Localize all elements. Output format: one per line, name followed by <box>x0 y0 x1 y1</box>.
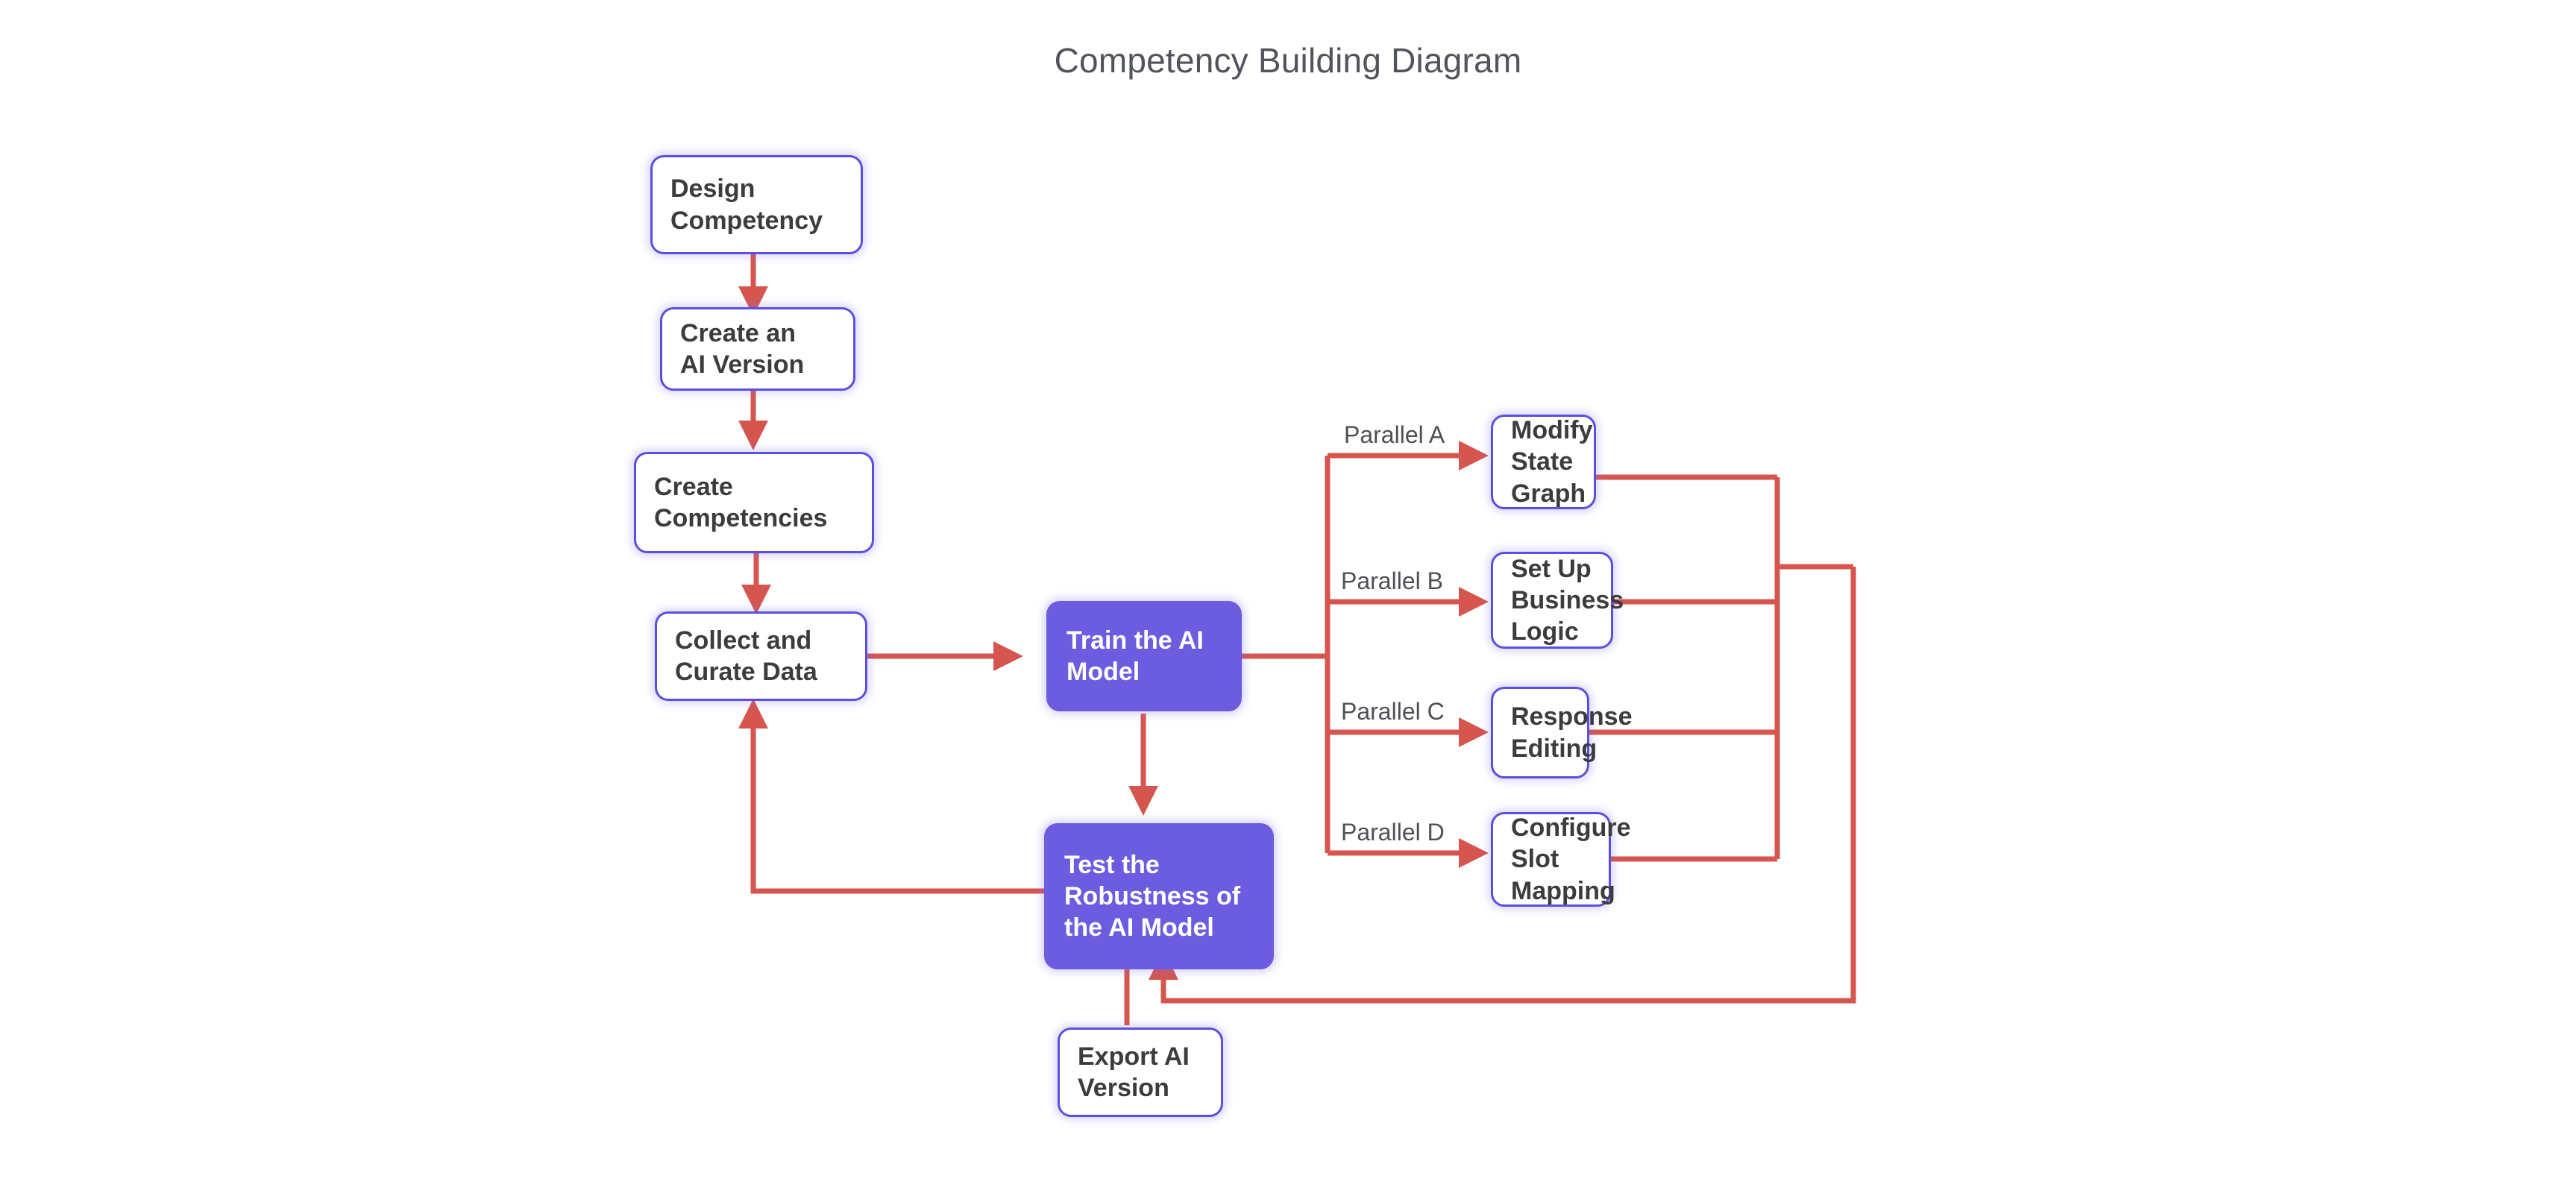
node-test-the-robustness-label: Test the Robustness of the AI Model <box>1064 850 1241 943</box>
edge-label-parallel-c: Parallel C <box>1341 698 1445 725</box>
edge-create-competencies-to-collect-data <box>741 553 771 614</box>
edge-return-collector-bus <box>1774 477 1853 859</box>
edge-label-parallel-b: Parallel B <box>1341 567 1443 594</box>
node-set-up-business-logic[interactable]: Set Up Business Logic <box>1491 552 1624 649</box>
node-design-competency-label: Design Competency <box>670 174 823 235</box>
edge-train-model-fanout-bus <box>1242 456 1331 853</box>
node-train-the-ai-model-label: Train the AI Model <box>1066 626 1204 686</box>
node-create-competencies-label: Create Competencies <box>654 472 828 532</box>
node-configure-slot-mapping-label: Configure Slot Mapping <box>1511 814 1631 905</box>
node-test-the-robustness-of-the-ai-model[interactable]: Test the Robustness of the AI Model <box>1044 823 1274 969</box>
node-create-competencies[interactable]: Create Competencies <box>634 452 874 553</box>
node-modify-state-graph[interactable]: Modify State Graph <box>1491 415 1596 509</box>
node-configure-slot-mapping[interactable]: Configure Slot Mapping <box>1491 812 1631 907</box>
edge-label-parallel-d: Parallel D <box>1341 819 1445 846</box>
node-collect-and-curate-data-label: Collect and Curate Data <box>675 626 817 686</box>
edge-create-ai-version-to-create-competencies <box>738 389 768 450</box>
node-response-editing-label: Response Editing <box>1511 702 1633 763</box>
edge-label-parallel-a: Parallel A <box>1344 421 1445 448</box>
page-title: Competency Building Diagram <box>1054 41 1522 80</box>
node-design-competency[interactable]: Design Competency <box>650 155 863 254</box>
node-export-ai-version-label: Export AI Version <box>1078 1042 1190 1102</box>
node-create-an-ai-version-label: Create an AI Version <box>680 318 805 379</box>
node-create-an-ai-version[interactable]: Create an AI Version <box>660 307 855 391</box>
edge-collect-data-to-train-model <box>867 641 1023 671</box>
node-export-ai-version[interactable]: Export AI Version <box>1058 1028 1223 1117</box>
diagram-canvas: Competency Building Diagram Design Compe… <box>0 0 2576 1202</box>
edge-test-robustness-to-collect-data <box>738 699 1044 894</box>
connector-layer <box>738 254 1856 1025</box>
node-modify-state-graph-label: Modify State Graph <box>1511 416 1593 508</box>
node-collect-and-curate-data[interactable]: Collect and Curate Data <box>655 611 867 701</box>
node-train-the-ai-model[interactable]: Train the AI Model <box>1046 601 1242 711</box>
node-response-editing[interactable]: Response Editing <box>1491 687 1633 778</box>
node-set-up-business-logic-label: Set Up Business Logic <box>1511 554 1624 646</box>
edge-train-model-to-test-robustness <box>1128 714 1158 816</box>
